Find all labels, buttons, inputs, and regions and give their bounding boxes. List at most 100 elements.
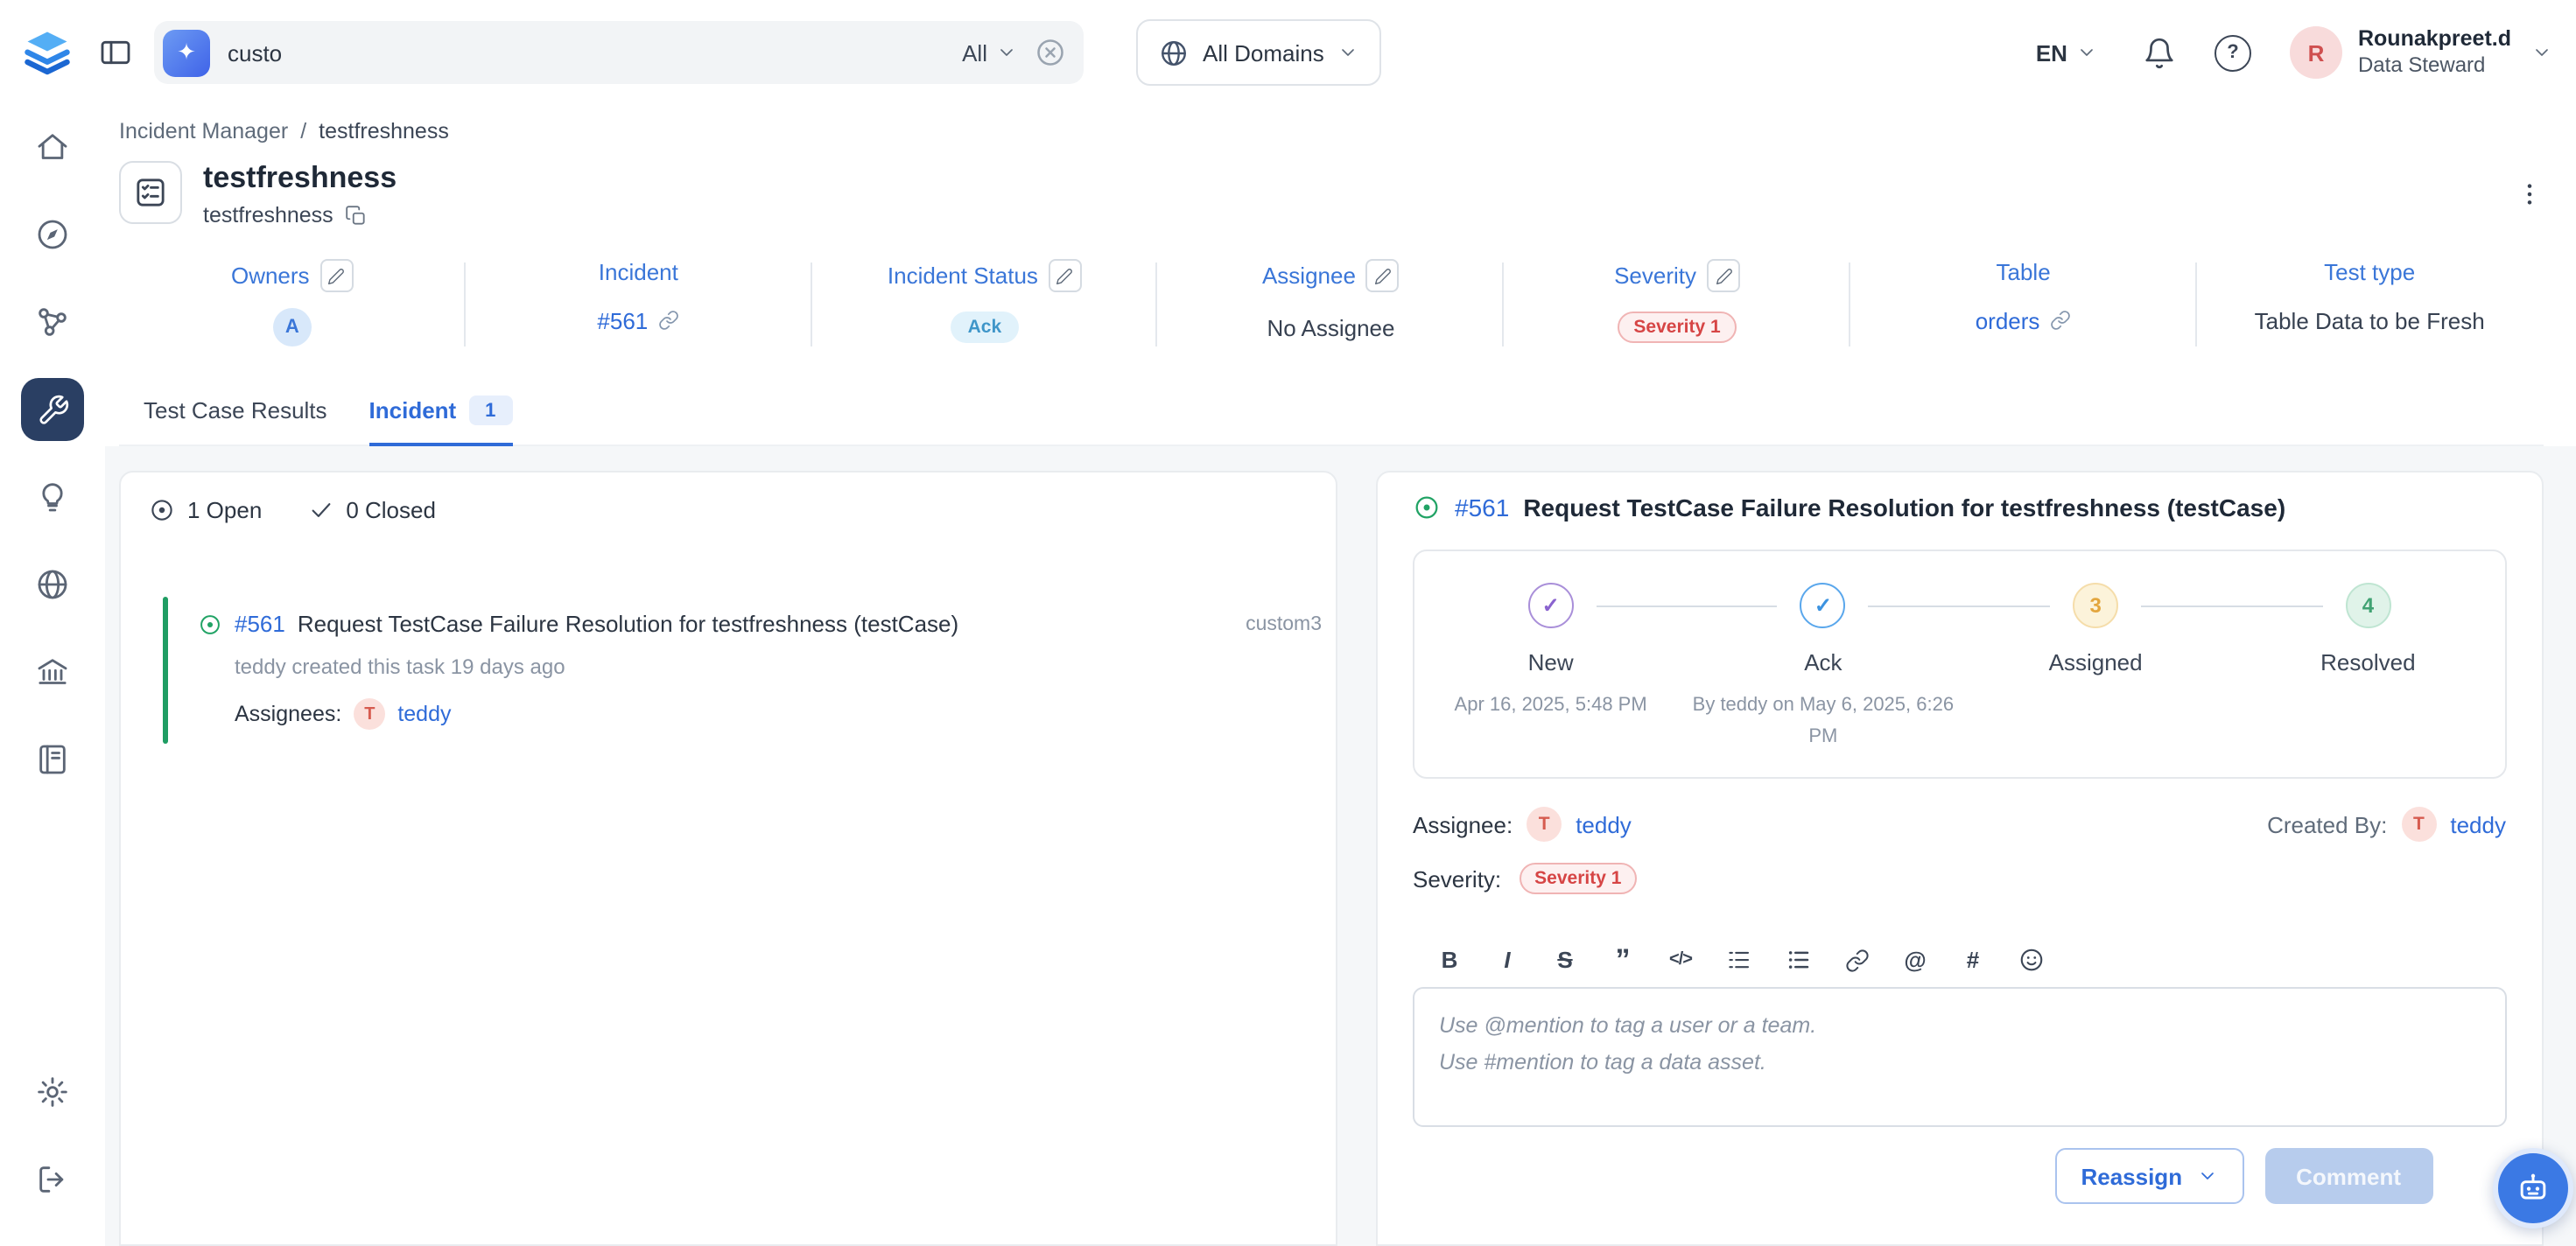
- strikethrough-icon[interactable]: S: [1553, 948, 1577, 974]
- sidebar-item-web[interactable]: [21, 553, 84, 616]
- bullet-list-icon[interactable]: [1786, 948, 1812, 974]
- item-accent-bar: [163, 597, 168, 744]
- ai-sparkle-icon[interactable]: ✦: [163, 29, 210, 76]
- bold-icon[interactable]: B: [1437, 948, 1462, 974]
- created-by-link[interactable]: teddy: [2450, 812, 2506, 838]
- chatbot-button[interactable]: [2492, 1148, 2572, 1228]
- tab-incident[interactable]: Incident 1: [369, 396, 513, 446]
- editor-toolbar: B I S ” </>: [1413, 948, 2506, 974]
- detail-severity: Severity: Severity 1: [1413, 864, 2506, 895]
- incident-count-badge: 1: [468, 396, 512, 425]
- domains-dropdown[interactable]: All Domains: [1136, 19, 1382, 86]
- incident-list-panel: 1 Open 0 Closed #561 Request TestCase Fa: [119, 471, 1337, 1246]
- global-search[interactable]: ✦ custo All: [154, 21, 1084, 84]
- link-icon[interactable]: [2050, 310, 2071, 331]
- comment-editor: B I S ” </>: [1413, 948, 2506, 1128]
- step-ack-marker: ✓: [1800, 583, 1846, 628]
- summary-owners: Owners A: [119, 252, 466, 364]
- journal-icon: [35, 742, 70, 777]
- step-resolved[interactable]: 4 Resolved: [2232, 583, 2504, 753]
- summary-incident-status: Incident Status Ack: [811, 252, 1158, 364]
- severity-badge: Severity 1: [1519, 864, 1637, 895]
- compass-icon: [35, 217, 70, 252]
- status-stepper: ✓ New Apr 16, 2025, 5:48 PM ✓ Ack By ted…: [1413, 550, 2506, 780]
- incident-id-link[interactable]: #561: [235, 611, 285, 637]
- reassign-button[interactable]: Reassign: [2054, 1149, 2243, 1205]
- search-input[interactable]: custo: [228, 39, 944, 66]
- hashtag-icon[interactable]: #: [1961, 948, 1985, 974]
- sidebar-item-insights[interactable]: [21, 466, 84, 528]
- help-icon[interactable]: ?: [2215, 34, 2251, 71]
- main-content: Incident Manager / testfreshness testfre…: [105, 105, 2576, 1246]
- tab-test-case-results[interactable]: Test Case Results: [144, 396, 327, 446]
- emoji-icon[interactable]: [2018, 948, 2045, 974]
- home-icon: [35, 130, 70, 164]
- incident-link[interactable]: #561: [597, 307, 648, 333]
- sidebar-item-logout[interactable]: [21, 1148, 84, 1211]
- breadcrumb: Incident Manager / testfreshness: [119, 119, 2543, 144]
- step-assigned[interactable]: 3 Assigned: [1960, 583, 2232, 753]
- edit-status-icon[interactable]: [1049, 259, 1082, 292]
- open-count: 1 Open: [149, 497, 262, 523]
- assignee-value: No Assignee: [1267, 314, 1394, 340]
- comment-input[interactable]: Use @mention to tag a user or a team. Us…: [1413, 988, 2506, 1128]
- app-logo-icon[interactable]: [21, 26, 74, 79]
- robot-icon: [2513, 1169, 2551, 1208]
- step-new-marker: ✓: [1528, 583, 1574, 628]
- link-icon[interactable]: [1845, 948, 1870, 973]
- language-dropdown[interactable]: EN: [2036, 39, 2097, 66]
- more-menu-icon[interactable]: [2515, 180, 2543, 208]
- code-icon[interactable]: </>: [1668, 951, 1693, 970]
- incident-title: Request TestCase Failure Resolution for …: [298, 611, 958, 637]
- sidebar-item-docs[interactable]: [21, 728, 84, 791]
- italic-icon[interactable]: I: [1495, 948, 1520, 974]
- ordered-list-icon[interactable]: [1726, 948, 1752, 974]
- incident-list-item[interactable]: #561 Request TestCase Failure Resolution…: [121, 611, 1336, 730]
- table-link[interactable]: orders: [1976, 307, 2040, 333]
- breadcrumb-separator: /: [300, 119, 306, 144]
- edit-severity-icon[interactable]: [1707, 259, 1740, 292]
- sidebar-item-governance[interactable]: [21, 640, 84, 704]
- sidebar-item-settings[interactable]: [21, 1060, 84, 1124]
- incident-detail-title: Request TestCase Failure Resolution for …: [1523, 494, 2285, 522]
- lightbulb-icon: [35, 480, 70, 514]
- incident-id-link[interactable]: #561: [1455, 494, 1509, 522]
- closed-count: 0 Closed: [307, 497, 436, 523]
- summary-strip: Owners A Incident #561 Incident Statu: [119, 252, 2543, 364]
- breadcrumb-parent[interactable]: Incident Manager: [119, 119, 288, 144]
- sidebar-item-lineage[interactable]: [21, 290, 84, 354]
- open-incident-icon: [198, 612, 222, 636]
- chevron-down-icon[interactable]: [2530, 42, 2551, 63]
- step-ack: ✓ Ack By teddy on May 6, 2025, 6:26 PM: [1687, 583, 1959, 753]
- edit-owners-icon[interactable]: [320, 259, 354, 292]
- shell: Incident Manager / testfreshness testfre…: [0, 105, 2576, 1246]
- assignee-link[interactable]: teddy: [397, 702, 451, 726]
- sidebar-item-incident-manager[interactable]: [21, 378, 84, 441]
- user-menu[interactable]: R Rounakpreet.d Data Steward: [2290, 24, 2551, 80]
- owner-avatar[interactable]: A: [273, 308, 312, 346]
- edit-assignee-icon[interactable]: [1366, 259, 1400, 292]
- clear-search-icon[interactable]: [1035, 37, 1066, 68]
- bank-icon: [35, 654, 70, 690]
- assignee-avatar: T: [1527, 808, 1562, 843]
- circle-dot-icon: [149, 497, 175, 523]
- summary-severity: Severity Severity 1: [1504, 252, 1850, 364]
- sidebar-item-explore[interactable]: [21, 203, 84, 266]
- comment-placeholder-line2: Use #mention to tag a data asset.: [1439, 1045, 2480, 1081]
- assignee-link[interactable]: teddy: [1576, 812, 1632, 838]
- check-icon: [307, 497, 333, 523]
- comment-button[interactable]: Comment: [2264, 1149, 2432, 1205]
- blockquote-icon[interactable]: ”: [1611, 952, 1635, 970]
- sidebar-toggle-icon[interactable]: [98, 35, 133, 70]
- page-title: testfreshness: [203, 161, 397, 196]
- mention-icon[interactable]: @: [1903, 948, 1927, 974]
- link-icon[interactable]: [658, 310, 679, 331]
- globe-icon: [1159, 38, 1189, 67]
- notifications-bell-icon[interactable]: [2143, 36, 2176, 69]
- incident-workspace: 1 Open 0 Closed #561 Request TestCase Fa: [105, 446, 2576, 1246]
- copy-icon[interactable]: [346, 204, 369, 227]
- search-scope-dropdown[interactable]: All: [962, 39, 1017, 66]
- created-by-avatar: T: [2401, 808, 2436, 843]
- sidebar-item-home[interactable]: [21, 116, 84, 178]
- open-incident-icon: [1413, 494, 1441, 522]
